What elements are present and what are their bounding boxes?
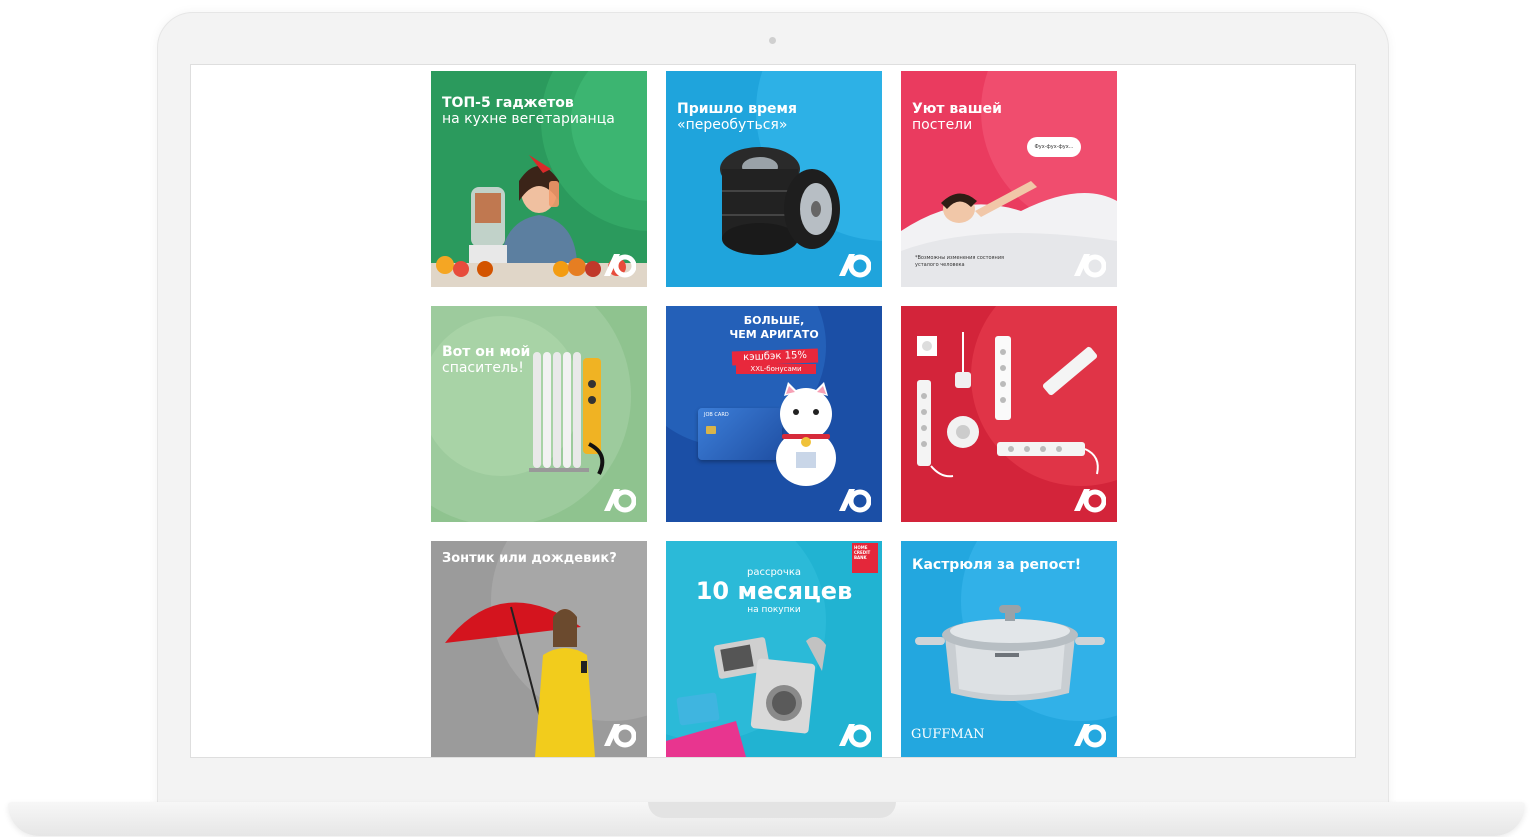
post-tile-umbrella[interactable]: Зонтик или дождевик? [431, 541, 647, 757]
brand-logo-icon [839, 489, 871, 513]
brand-logo-icon [839, 254, 871, 278]
post-tile-tires[interactable]: Пришло время «переобуться» [666, 71, 882, 287]
post-tile-heater[interactable]: Вот он мой спаситель! [431, 306, 647, 522]
post-tile-power-strips[interactable] [901, 306, 1117, 522]
disclaimer-text: *Возможны изменения состояния усталого ч… [915, 255, 1005, 268]
post-tile-bedding[interactable]: Уют вашей постели Фух-фух-фух... *Возмож… [901, 71, 1117, 287]
cooking-pot-image [915, 605, 1105, 701]
brand-logo-icon [604, 724, 636, 748]
post-tile-cashback-cat[interactable]: БОЛЬШЕ, ЧЕМ АРИГАТО кэшбэк 15% XXL-бонус… [666, 306, 882, 522]
tile-title: Пришло время «переобуться» [677, 101, 797, 133]
brand-logo-icon [1074, 254, 1106, 278]
laptop-screen: ТОП-5 гаджетов на кухне вегетарианца При… [190, 64, 1356, 758]
brand-text: GUFFMAN [911, 727, 985, 742]
tile-title: ТОП-5 гаджетов на кухне вегетарианца [442, 95, 615, 127]
post-tile-pot[interactable]: Кастрюля за репост! GUFFMAN [901, 541, 1117, 757]
tile-subtitle: на покупки [747, 605, 801, 615]
camera-icon [769, 37, 776, 44]
brand-logo-icon [839, 724, 871, 748]
brand-logo-icon [604, 489, 636, 513]
card-label: JOB CARD [704, 412, 729, 418]
tile-title: Вот он мой спаситель! [442, 344, 531, 376]
brand-logo-icon [1074, 489, 1106, 513]
laptop-notch [648, 802, 896, 818]
cashback-badge-sub: XXL-бонусами [736, 364, 816, 374]
tile-title: Уют вашей постели [912, 101, 1002, 133]
tile-title: БОЛЬШЕ, ЧЕМ АРИГАТО [729, 314, 819, 341]
post-tile-installment[interactable]: HOME CREDIT BANK рассрочка 10 месяцев на… [666, 541, 882, 757]
brand-logo-icon [1074, 724, 1106, 748]
cashback-badge: кэшбэк 15% [731, 348, 819, 366]
oil-heater-image [529, 352, 605, 475]
post-grid: ТОП-5 гаджетов на кухне вегетарианца При… [431, 71, 1117, 757]
tires-image [720, 147, 840, 255]
tile-title: Зонтик или дождевик? [442, 551, 617, 566]
tile-title: Кастрюля за репост! [912, 557, 1082, 573]
lucky-cat-image [776, 382, 836, 486]
post-tile-kitchen-gadgets[interactable]: ТОП-5 гаджетов на кухне вегетарианца [431, 71, 647, 287]
tile-title: 10 месяцев [695, 577, 853, 605]
card-chip-icon [706, 426, 716, 434]
brand-logo-icon [604, 254, 636, 278]
